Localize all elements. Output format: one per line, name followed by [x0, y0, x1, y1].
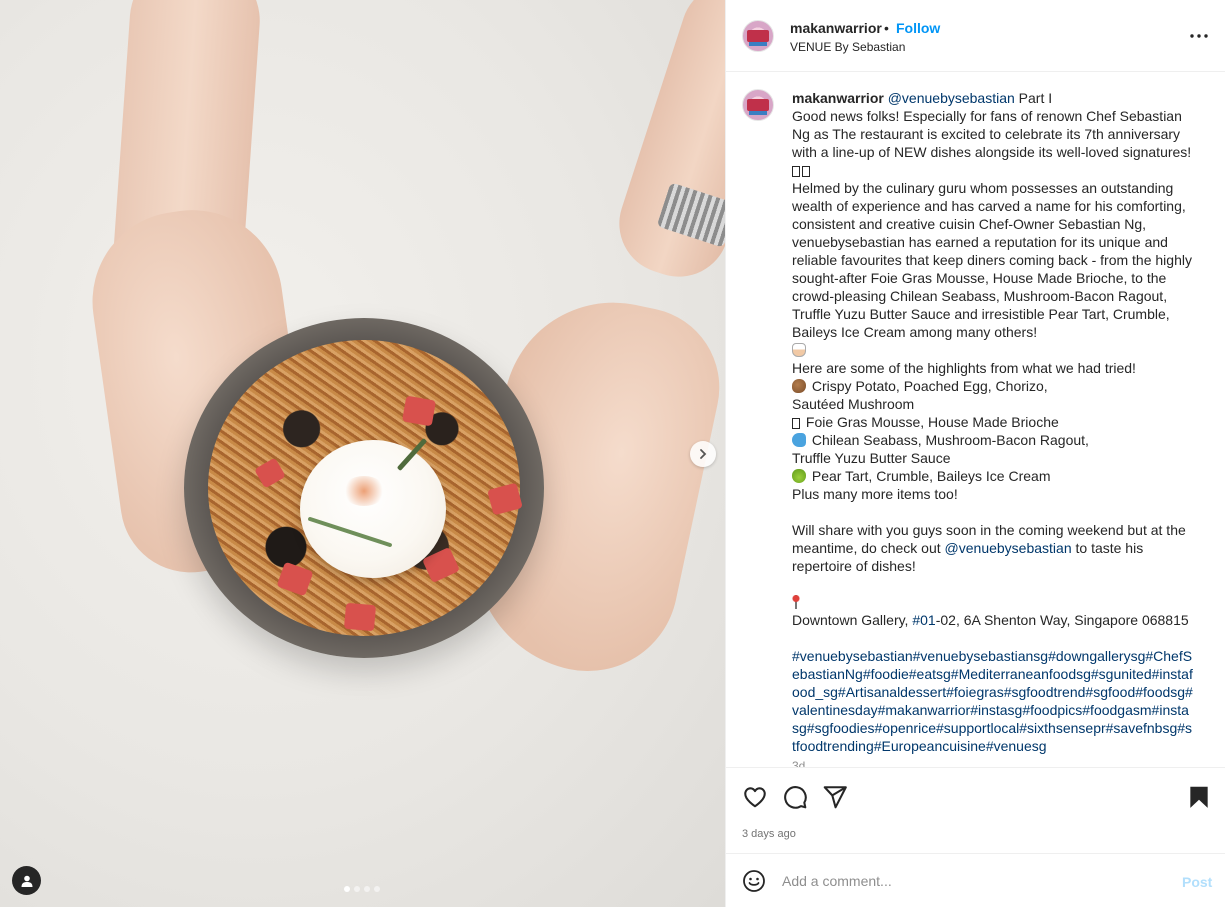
caption-address-rest: -02, 6A Shenton Way, Singapore 068815: [935, 612, 1189, 628]
fish-emoji-icon: [792, 433, 806, 447]
caption-item: Chilean Seabass, Mushroom-Bacon Ragout, …: [792, 432, 1089, 466]
caption-item: Foie Gras Mousse, House Made Brioche: [805, 414, 1059, 430]
photo-chorizo: [343, 602, 377, 632]
comment-icon: [784, 786, 807, 809]
potato-emoji-icon: [792, 379, 806, 393]
save-icon: [1190, 786, 1208, 808]
caption-paragraph: Helmed by the culinary guru whom possess…: [792, 180, 1192, 340]
pin-emoji-icon: [792, 595, 800, 609]
caption-author-avatar[interactable]: [742, 89, 774, 121]
caption-hashtags[interactable]: #venuebysebastian#venuebysebastiansg#dow…: [792, 648, 1193, 754]
emoji-box-icon: [792, 166, 800, 177]
post-location[interactable]: VENUE By Sebastian: [790, 40, 905, 54]
photo-right-arm: [606, 0, 725, 290]
post-header: makanwarrior • Follow VENUE By Sebastian: [726, 0, 1225, 72]
post-comment-button[interactable]: Post: [1182, 874, 1212, 890]
post-photo[interactable]: [0, 0, 725, 907]
caption-address: Downtown Gallery,: [792, 612, 909, 628]
comment-button[interactable]: [782, 784, 808, 810]
chef-emoji-icon: [792, 343, 806, 357]
tagged-users-button[interactable]: [12, 866, 41, 895]
emoji-icon: [743, 870, 765, 892]
more-options-button[interactable]: [1188, 26, 1210, 46]
share-button[interactable]: [822, 784, 848, 810]
caption-address-hashtag[interactable]: #01: [912, 612, 935, 628]
share-icon: [823, 786, 847, 809]
emoji-box-icon: [802, 166, 810, 177]
post-actions: 3 days ago: [726, 767, 1225, 853]
add-comment-bar: Post: [726, 853, 1225, 907]
carousel-dot: [364, 886, 370, 892]
caption-username[interactable]: makanwarrior: [792, 90, 884, 106]
save-button[interactable]: [1186, 784, 1212, 810]
caption-item: Pear Tart, Crumble, Baileys Ice Cream: [811, 468, 1051, 484]
like-button[interactable]: [742, 784, 768, 810]
more-icon: [1190, 34, 1208, 38]
header-separator: •: [884, 20, 889, 36]
caption-time: 3d: [792, 759, 806, 767]
heart-icon: [744, 787, 766, 808]
post-side-panel: makanwarrior • Follow VENUE By Sebastian…: [725, 0, 1225, 907]
pear-emoji-icon: [792, 469, 806, 483]
comments-section[interactable]: makanwarrior @venuebysebastian Part I Go…: [726, 73, 1225, 767]
author-avatar[interactable]: [742, 20, 774, 52]
caption-mention[interactable]: @venuebysebastian: [945, 540, 1072, 556]
follow-button[interactable]: Follow: [896, 20, 940, 36]
emoji-picker-button[interactable]: [742, 869, 766, 893]
author-username[interactable]: makanwarrior: [790, 20, 882, 36]
next-photo-button[interactable]: [690, 441, 716, 467]
user-tag-icon: [21, 875, 32, 887]
photo-egg: [300, 440, 446, 578]
emoji-box-icon: [792, 418, 800, 429]
photo-chorizo: [401, 395, 437, 427]
post-caption: makanwarrior @venuebysebastian Part I Go…: [792, 89, 1194, 767]
post-timestamp[interactable]: 3 days ago: [742, 828, 796, 840]
carousel-dot: [374, 886, 380, 892]
carousel-dot: [344, 886, 350, 892]
comment-input[interactable]: [782, 868, 1162, 894]
caption-highlights-intro: Here are some of the highlights from wha…: [792, 360, 1136, 376]
caption-mention[interactable]: @venuebysebastian: [888, 90, 1015, 106]
caption-item: Crispy Potato, Poached Egg, Chorizo, Sau…: [792, 378, 1048, 412]
carousel-indicator: [344, 886, 380, 892]
carousel-dot: [354, 886, 360, 892]
next-arrow-icon: [700, 449, 707, 459]
